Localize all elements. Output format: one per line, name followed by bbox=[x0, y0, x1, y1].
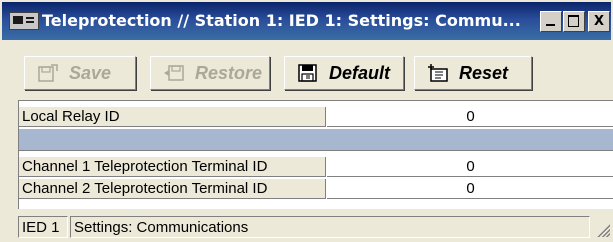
setting-value-field[interactable]: 0 bbox=[327, 157, 613, 177]
setting-label: Local Relay ID bbox=[19, 107, 326, 127]
save-label: Save bbox=[69, 62, 112, 83]
close-icon: X bbox=[593, 14, 605, 29]
maximize-button[interactable] bbox=[563, 11, 585, 32]
default-button[interactable]: Default bbox=[284, 56, 404, 90]
default-label: Default bbox=[329, 62, 391, 83]
setting-row-channel-2-terminal-id: Channel 2 Teleprotection Terminal ID 0 bbox=[19, 179, 613, 199]
setting-label: Channel 2 Teleprotection Terminal ID bbox=[19, 179, 326, 199]
group-separator-row bbox=[19, 129, 613, 151]
save-icon bbox=[37, 63, 59, 83]
toolbar: Save Restore Default Reset bbox=[2, 40, 611, 96]
teleprotection-window: Teleprotection // Station 1: IED 1: Sett… bbox=[0, 0, 613, 242]
default-icon bbox=[297, 63, 319, 83]
setting-row-channel-1-terminal-id: Channel 1 Teleprotection Terminal ID 0 bbox=[19, 157, 613, 177]
title-bar[interactable]: Teleprotection // Station 1: IED 1: Sett… bbox=[2, 2, 611, 40]
settings-grid: Local Relay ID 0 Channel 1 Teleprotectio… bbox=[18, 100, 613, 209]
window-title: Teleprotection // Station 1: IED 1: Sett… bbox=[42, 11, 521, 30]
setting-label: Channel 1 Teleprotection Terminal ID bbox=[19, 157, 326, 177]
minimize-icon bbox=[546, 24, 555, 26]
status-context: Settings: Communications bbox=[70, 216, 590, 238]
setting-value-field[interactable]: 0 bbox=[327, 107, 613, 127]
status-bar: IED 1 Settings: Communications bbox=[18, 214, 613, 240]
restore-label: Restore bbox=[195, 62, 263, 83]
setting-value-field[interactable]: 0 bbox=[327, 179, 613, 199]
reset-icon bbox=[427, 63, 449, 83]
status-device: IED 1 bbox=[18, 216, 68, 238]
setting-row-local-relay-id: Local Relay ID 0 bbox=[19, 107, 613, 127]
resize-grip-icon[interactable] bbox=[596, 223, 610, 237]
minimize-button[interactable] bbox=[540, 11, 562, 32]
reset-button[interactable]: Reset bbox=[414, 56, 532, 90]
ied-terminal-icon bbox=[9, 12, 39, 30]
restore-button[interactable]: Restore bbox=[150, 56, 270, 90]
save-button[interactable]: Save bbox=[24, 56, 136, 90]
restore-icon bbox=[163, 63, 185, 83]
close-button[interactable]: X bbox=[588, 11, 610, 32]
maximize-icon bbox=[568, 15, 579, 27]
reset-label: Reset bbox=[459, 62, 509, 83]
